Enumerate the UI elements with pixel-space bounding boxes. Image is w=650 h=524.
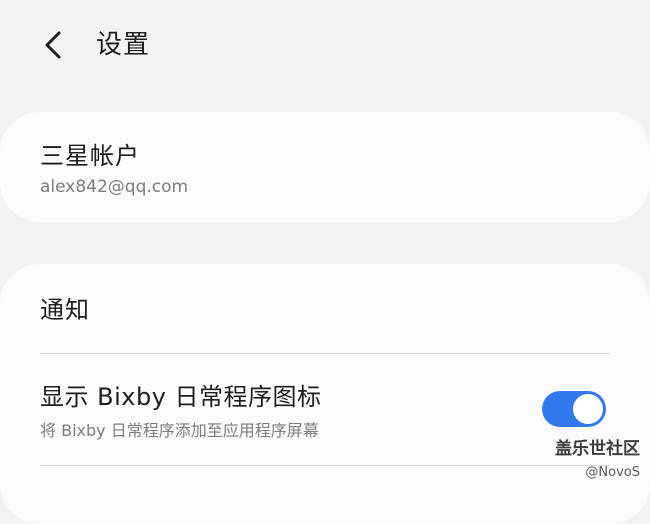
back-button[interactable]	[30, 22, 76, 68]
bixby-routines-icon-description: 将 Bixby 日常程序添加至应用程序屏幕	[40, 421, 319, 440]
account-name: 三星帐户	[40, 142, 140, 170]
bixby-routines-icon-toggle[interactable]	[542, 391, 606, 427]
chevron-left-icon	[45, 31, 61, 59]
divider	[40, 465, 610, 466]
community-watermark: 盖乐世社区 @NovoS	[555, 438, 640, 482]
account-email: alex842@qq.com	[40, 177, 189, 197]
app-header: 设置	[0, 0, 650, 90]
notifications-label: 通知	[40, 296, 90, 324]
notifications-item[interactable]: 通知	[0, 278, 650, 352]
bixby-routines-icon-label: 显示 Bixby 日常程序图标	[40, 383, 322, 411]
watermark-author: @NovoS	[585, 465, 640, 480]
page-title: 设置	[96, 30, 151, 60]
toggle-knob	[573, 394, 603, 424]
divider	[40, 353, 610, 354]
watermark-title: 盖乐世社区	[555, 439, 640, 459]
